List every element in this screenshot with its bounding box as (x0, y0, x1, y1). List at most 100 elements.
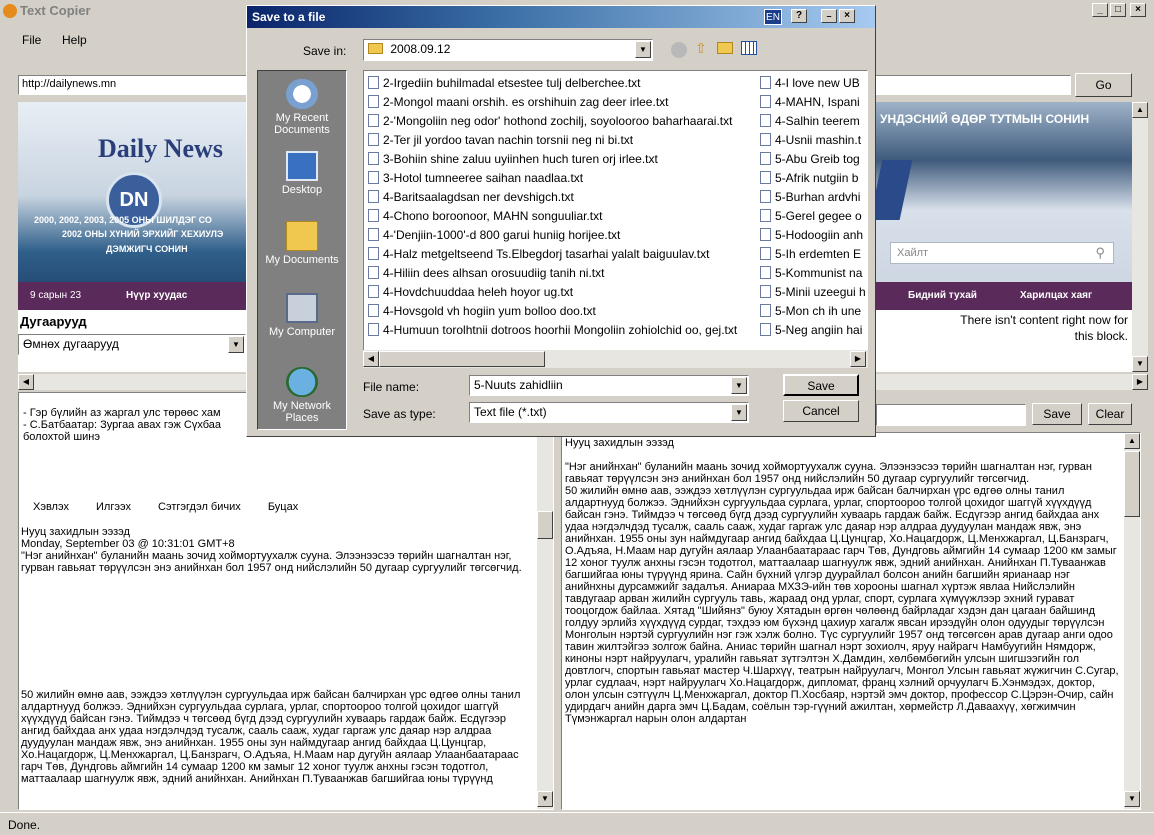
file-item[interactable]: 2-Ter jil yordoo tavan nachin torsnii ne… (368, 131, 737, 150)
save-button[interactable]: Save (1032, 403, 1082, 425)
clear-button[interactable]: Clear (1088, 403, 1132, 425)
nav-contact-link[interactable]: Харилцах хаяг (1020, 290, 1092, 301)
browser-vscroll[interactable]: ▲ ▼ (1132, 102, 1148, 372)
file-name: 4-Usnii mashin.t (775, 133, 862, 147)
scroll-thumb[interactable] (379, 351, 545, 367)
status-text: Done. (8, 818, 41, 832)
maximize-button[interactable]: □ (1110, 3, 1126, 17)
chevron-down-icon[interactable]: ▼ (228, 336, 244, 353)
search-icon[interactable]: ⚲ (1095, 245, 1105, 261)
file-item[interactable]: 5-Ih erdemten E (760, 245, 866, 264)
file-item[interactable]: 4-'Denjiin-1000'-d 800 garui huniig hori… (368, 226, 737, 245)
file-item[interactable]: 5-Kommunist na (760, 264, 866, 283)
file-item[interactable]: 5-Abu Greib tog (760, 150, 866, 169)
file-item[interactable]: 2-Mongol maani orshih. es orshihuin zag … (368, 93, 737, 112)
scroll-thumb[interactable] (537, 511, 553, 539)
scroll-down-icon[interactable]: ▼ (537, 791, 553, 807)
file-name: 2-Ter jil yordoo tavan nachin torsnii ne… (383, 133, 634, 147)
file-item[interactable]: 5-Burhan ardvhi (760, 188, 866, 207)
close-button[interactable]: × (1130, 3, 1146, 17)
up-folder-icon[interactable]: ⇧ (695, 40, 707, 57)
file-item[interactable]: 2-'Mongoliin neg odor' hothond zochilj, … (368, 112, 737, 131)
dialog-minimize-icon[interactable]: – (821, 9, 837, 23)
file-item[interactable]: 5-Mon ch ih une (760, 302, 866, 321)
file-item[interactable]: 4-Salhin teerem (760, 112, 866, 131)
file-list-hscroll[interactable]: ◀ ▶ (363, 350, 868, 368)
dialog-cancel-button[interactable]: Cancel (783, 400, 859, 422)
file-item[interactable]: 4-Hovsgold vh hogiin yum bolloo doo.txt (368, 302, 737, 321)
save-in-select[interactable]: 2008.09.12 ▼ (363, 39, 653, 61)
file-name: 5-Mon ch ih une (775, 304, 862, 318)
nav-home-link[interactable]: Нүүр хуудас (126, 290, 187, 301)
left-text-pane[interactable]: - Гэр бүлийн аз жаргал улс төрөөс хам - … (18, 392, 554, 810)
back-icon[interactable] (671, 42, 687, 58)
scroll-up-icon[interactable]: ▲ (1124, 433, 1140, 449)
file-item[interactable]: 4-Usnii mashin.t (760, 131, 866, 150)
text-file-icon (368, 95, 379, 108)
file-item[interactable]: 5-Gerel gegee o (760, 207, 866, 226)
text-file-icon (368, 304, 379, 317)
file-item[interactable]: 4-MAHN, Ispani (760, 93, 866, 112)
link-send[interactable]: Илгээх (96, 501, 131, 513)
dialog-save-button[interactable]: Save (783, 374, 859, 396)
nav-about-link[interactable]: Бидний тухай (908, 290, 977, 301)
view-menu-icon[interactable] (741, 41, 757, 55)
file-item[interactable]: 4-Baritsaalagdsan ner devshigch.txt (368, 188, 737, 207)
place-my-documents[interactable]: My Documents (258, 221, 346, 266)
scroll-left-icon[interactable]: ◀ (18, 374, 34, 390)
go-button[interactable]: Go (1075, 73, 1132, 97)
scroll-down-icon[interactable]: ▼ (1124, 791, 1140, 807)
archive-select[interactable]: Өмнөх дугаарууд ▼ (18, 334, 246, 355)
new-folder-icon[interactable] (717, 42, 733, 54)
scroll-thumb[interactable] (1124, 451, 1140, 517)
scroll-down-icon[interactable]: ▼ (1132, 356, 1148, 372)
file-item[interactable]: 4-Hiliin dees alhsan orosuudiig tanih ni… (368, 264, 737, 283)
right-article-para1: "Нэг анийнхан" буланийн маань зочид хойм… (565, 461, 1092, 485)
file-item[interactable]: 2-Irgediin buhilmadal etsestee tulj delb… (368, 74, 737, 93)
scroll-right-icon[interactable]: ▶ (850, 351, 866, 367)
scroll-up-icon[interactable]: ▲ (1132, 102, 1148, 118)
menu-file[interactable]: File (22, 33, 41, 47)
right-text-pane[interactable]: Нууц захидлын ээзэд "Нэг анийнхан" булан… (561, 432, 1141, 810)
right-toolbar-input[interactable] (876, 404, 1026, 426)
right-article-para2: 50 жилийн өмнө аав, ээждээ хөтлүүлэн сур… (565, 485, 1119, 725)
place-my-computer[interactable]: My Computer (258, 293, 346, 338)
left-pane-vscroll[interactable]: ▼ (537, 393, 553, 809)
link-print[interactable]: Хэвлэх (33, 501, 69, 513)
file-name: 2-'Mongoliin neg odor' hothond zochilj, … (383, 114, 733, 128)
chevron-down-icon[interactable]: ▼ (635, 41, 651, 58)
menu-help[interactable]: Help (62, 33, 87, 47)
file-item[interactable]: 5-Afrik nutgiin b (760, 169, 866, 188)
language-indicator[interactable]: EN (764, 9, 782, 25)
link-back[interactable]: Буцах (268, 501, 298, 513)
file-name: 2-Irgediin buhilmadal etsestee tulj delb… (383, 76, 641, 90)
file-item[interactable]: 5-Minii uzeegui h (760, 283, 866, 302)
chevron-down-icon[interactable]: ▼ (731, 404, 747, 421)
file-item[interactable]: 4-Hovdchuuddaa heleh hoyor ug.txt (368, 283, 737, 302)
file-item[interactable]: 5-Neg angiin hai (760, 321, 866, 340)
file-item[interactable]: 3-Hotol tumneeree saihan naadlaa.txt (368, 169, 737, 188)
file-item[interactable]: 5-Hodoogiin anh (760, 226, 866, 245)
file-item[interactable]: 4-I love new UB (760, 74, 866, 93)
place-desktop[interactable]: Desktop (258, 151, 346, 196)
dialog-close-button[interactable]: × (839, 9, 855, 23)
file-name-input[interactable]: 5-Nuuts zahidliin ▼ (469, 375, 749, 396)
scroll-right-icon[interactable]: ▶ (1132, 374, 1148, 390)
help-button[interactable]: ? (791, 9, 807, 23)
site-search-input[interactable]: Хайлт ⚲ (890, 242, 1114, 264)
minimize-button[interactable]: _ (1092, 3, 1108, 17)
save-type-select[interactable]: Text file (*.txt) ▼ (469, 402, 749, 423)
file-item[interactable]: 4-Humuun torolhtnii dotroos hoorhii Mong… (368, 321, 737, 340)
right-pane-vscroll[interactable]: ▲ ▼ (1124, 433, 1140, 809)
place-recent[interactable]: My Recent Documents (258, 79, 346, 136)
file-list[interactable]: 2-Irgediin buhilmadal etsestee tulj delb… (363, 70, 868, 368)
text-file-icon (368, 228, 379, 241)
site-nav-right: Бидний тухай Харилцах хаяг (876, 282, 1132, 310)
file-item[interactable]: 4-Halz metgeltseend Ts.Elbegdorj tasarha… (368, 245, 737, 264)
link-comment[interactable]: Сэтгэгдэл бичих (158, 501, 241, 513)
place-network[interactable]: My Network Places (258, 367, 346, 424)
file-item[interactable]: 4-Chono boroonoor, MAHN songuuliar.txt (368, 207, 737, 226)
chevron-down-icon[interactable]: ▼ (731, 377, 747, 394)
scroll-left-icon[interactable]: ◀ (363, 351, 379, 367)
file-item[interactable]: 3-Bohiin shine zaluu uyiinhen huch turen… (368, 150, 737, 169)
